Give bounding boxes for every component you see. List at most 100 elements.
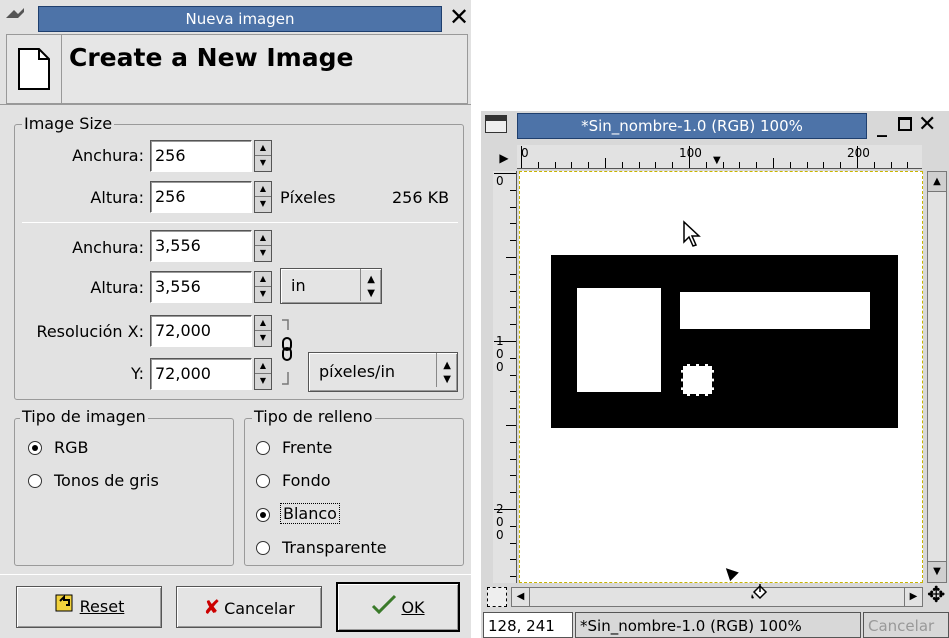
radio-background-label[interactable]: Fondo — [282, 471, 331, 490]
ruler-tick — [722, 162, 724, 168]
close-icon[interactable]: ✕ — [918, 113, 936, 137]
ruler-tick — [510, 223, 516, 225]
ruler-tick — [510, 492, 516, 494]
ruler-h-label-200: 200 — [847, 146, 870, 160]
cancel-icon: ✘ — [203, 595, 221, 619]
radio-transparent[interactable] — [256, 541, 270, 555]
ruler-tick — [510, 206, 516, 208]
minimize-icon[interactable]: _ — [877, 113, 887, 137]
ruler-tick — [739, 162, 741, 168]
ruler-tick — [554, 162, 556, 168]
bucket-fill-icon — [750, 582, 768, 608]
horizontal-scrollbar[interactable]: ◀ ▶ — [511, 584, 923, 607]
ruler-h-label-100: 100 — [679, 146, 702, 160]
reset-button-label: Reset — [79, 597, 125, 616]
document-icon — [15, 47, 51, 95]
image-title-bar[interactable]: *Sin_nombre-1.0 (RGB) 100% — [517, 113, 867, 139]
unit-select[interactable]: in ▲ ▼ — [280, 268, 382, 304]
height-px-label: Altura: — [90, 188, 144, 207]
height-in-input[interactable]: 3,556 — [150, 271, 252, 303]
radio-transparent-label[interactable]: Transparente — [282, 538, 387, 557]
ruler-tick — [510, 576, 516, 578]
ruler-tick — [494, 173, 516, 174]
dialog-title-bar[interactable]: Nueva imagen — [38, 6, 442, 32]
navigate-icon[interactable]: ✥ — [927, 585, 945, 607]
unit-select-value: in — [291, 276, 306, 295]
ruler-tick — [655, 162, 657, 168]
ruler-tick — [672, 162, 674, 168]
ruler-menu-arrow-icon[interactable]: ▶ — [493, 147, 515, 169]
maximize-icon[interactable] — [898, 117, 912, 131]
window-menu-icon[interactable] — [4, 6, 26, 22]
radio-foreground[interactable] — [256, 441, 270, 455]
ruler-tick — [605, 158, 606, 168]
canvas-white-bar — [680, 292, 870, 329]
radio-grayscale[interactable] — [28, 474, 42, 488]
dialog-header: Create a New Image — [6, 34, 468, 104]
cancel-button-label: Cancelar — [224, 599, 295, 618]
height-in-spinner[interactable]: ▲ ▼ — [254, 271, 272, 303]
ruler-tick — [510, 525, 516, 527]
ruler-tick — [510, 240, 516, 242]
ruler-tick — [510, 542, 516, 544]
status-image-name: *Sin_nombre-1.0 (RGB) 100% — [575, 612, 861, 638]
status-cancel-button[interactable]: Cancelar — [863, 612, 949, 638]
radio-rgb[interactable] — [28, 441, 42, 455]
image-memory-size: 256 KB — [392, 188, 450, 207]
quick-mask-toggle-icon[interactable] — [487, 587, 507, 607]
ruler-pointer-icon: ▼ — [713, 155, 721, 166]
ruler-tick — [494, 341, 516, 342]
ruler-tick — [521, 146, 522, 168]
width-in-label: Anchura: — [72, 238, 144, 257]
canvas-selection[interactable] — [681, 364, 714, 396]
width-in-spinner[interactable]: ▲ ▼ — [254, 230, 272, 262]
resolution-y-input[interactable]: 72,000 — [150, 358, 252, 390]
radio-grayscale-label[interactable]: Tonos de gris — [54, 471, 159, 490]
ruler-tick — [506, 425, 516, 426]
radio-background[interactable] — [256, 474, 270, 488]
close-icon[interactable]: ✕ — [448, 4, 470, 30]
resolution-x-input[interactable]: 72,000 — [150, 315, 252, 347]
select-arrows-icon: ▲ ▼ — [360, 269, 375, 301]
resolution-x-label: Resolución X: — [36, 322, 144, 341]
ruler-tick — [510, 374, 516, 376]
vertical-ruler[interactable]: 0 100 200 — [493, 171, 517, 583]
ok-button[interactable]: OK — [336, 582, 460, 632]
resolution-y-spinner[interactable]: ▲ ▼ — [254, 358, 272, 390]
ruler-tick — [571, 162, 573, 168]
radio-rgb-label[interactable]: RGB — [54, 438, 89, 457]
window-menu-icon[interactable] — [485, 115, 507, 133]
ok-icon — [371, 585, 397, 633]
width-in-input[interactable]: 3,556 — [150, 230, 252, 262]
resolution-unit-select[interactable]: píxeles/in ▲ ▼ — [308, 352, 458, 392]
ruler-tick — [537, 162, 539, 168]
resolution-x-spinner[interactable]: ▲ ▼ — [254, 315, 272, 347]
vertical-scrollbar[interactable]: ▲ ▼ — [927, 171, 947, 583]
header-title: Create a New Image — [69, 43, 354, 72]
ruler-tick — [510, 357, 516, 359]
height-px-input[interactable]: 256 — [150, 181, 252, 213]
reset-button[interactable]: Reset — [16, 586, 162, 628]
height-px-spinner[interactable]: ▲ ▼ — [254, 181, 272, 213]
ruler-tick — [506, 257, 516, 258]
image-window: *Sin_nombre-1.0 (RGB) 100% _ ✕ ▶ 0 100 2… — [481, 111, 949, 638]
ruler-tick — [510, 189, 516, 191]
ruler-tick — [638, 162, 640, 168]
ruler-tick — [806, 162, 808, 168]
radio-foreground-label[interactable]: Frente — [282, 438, 332, 457]
width-px-label: Anchura: — [72, 146, 144, 165]
canvas-area[interactable]: ▲ — [519, 171, 923, 583]
ruler-tick — [890, 162, 892, 168]
chain-link-icon[interactable] — [280, 318, 294, 390]
width-px-spinner[interactable]: ▲ ▼ — [254, 140, 272, 172]
ruler-tick — [510, 290, 516, 292]
width-px-input[interactable]: 256 — [150, 140, 252, 172]
radio-white[interactable] — [256, 508, 270, 522]
radio-white-label[interactable]: Blanco — [280, 503, 340, 524]
resolution-unit-value: píxeles/in — [319, 362, 396, 381]
height-in-label: Altura: — [90, 278, 144, 297]
cancel-button[interactable]: ✘ Cancelar — [176, 586, 322, 628]
ruler-tick — [510, 441, 516, 443]
pixel-unit-label: Píxeles — [280, 188, 336, 207]
horizontal-ruler[interactable]: 0 100 200 ▼ — [517, 145, 922, 169]
